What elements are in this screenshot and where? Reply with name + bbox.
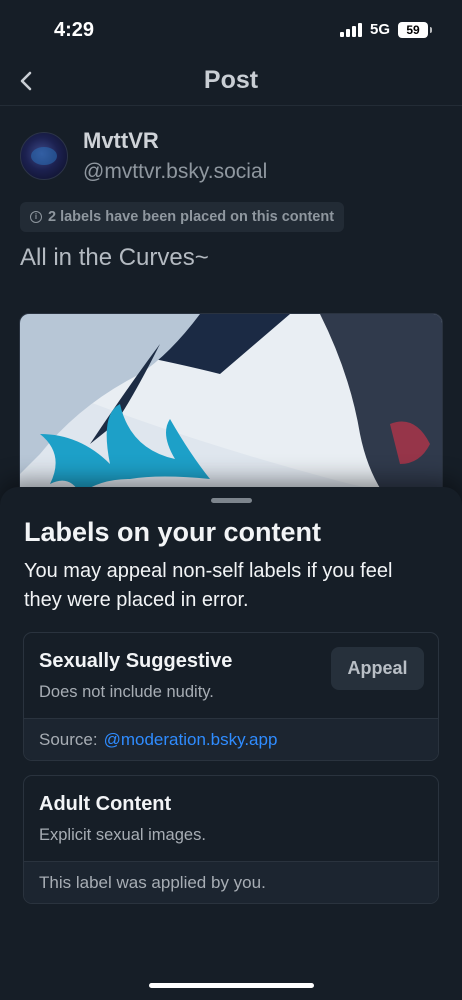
label-card-main: Sexually Suggestive Does not include nud…	[24, 633, 438, 719]
label-description: Does not include nudity.	[39, 683, 214, 701]
labels-notice-text: 2 labels have been placed on this conten…	[48, 209, 335, 225]
label-source-link[interactable]: @moderation.bsky.app	[104, 730, 278, 750]
avatar[interactable]	[20, 132, 68, 180]
labels-bottom-sheet: Labels on your content You may appeal no…	[0, 487, 462, 1000]
appeal-button[interactable]: Appeal	[331, 647, 424, 690]
network-type: 5G	[369, 21, 390, 38]
post-text: All in the Curves~	[20, 244, 209, 271]
info-icon: i	[30, 211, 42, 223]
top-nav: Post	[0, 58, 462, 106]
label-name: Adult Content	[39, 793, 172, 815]
author-handle[interactable]: @mvttvr.bsky.social	[83, 160, 267, 184]
sheet-drag-handle[interactable]	[211, 498, 252, 503]
label-card: Sexually Suggestive Does not include nud…	[23, 632, 439, 761]
post-author[interactable]: MvttVR @mvttvr.bsky.social	[20, 128, 440, 188]
sheet-description: You may appeal non-self labels if you fe…	[24, 560, 393, 611]
cellular-signal-icon	[339, 22, 362, 37]
status-time: 4:29	[54, 19, 95, 41]
label-card-main: Adult Content Explicit sexual images.	[24, 776, 438, 862]
battery-level: 59	[406, 22, 420, 37]
label-source: This label was applied by you.	[24, 861, 438, 903]
label-name: Sexually Suggestive	[39, 650, 233, 672]
author-display-name[interactable]: MvttVR	[83, 128, 159, 154]
label-applied-by-you: This label was applied by you.	[39, 872, 266, 892]
home-indicator[interactable]	[149, 983, 314, 988]
status-bar: 4:29 5G 59	[0, 0, 462, 60]
battery-icon: 59	[398, 21, 432, 38]
status-indicators: 5G 59	[339, 21, 432, 38]
label-source: Source: @moderation.bsky.app	[24, 718, 438, 760]
label-description: Explicit sexual images.	[39, 826, 206, 844]
label-card: Adult Content Explicit sexual images. Th…	[23, 775, 439, 904]
labels-notice-pill[interactable]: i 2 labels have been placed on this cont…	[20, 202, 345, 232]
sheet-title: Labels on your content	[24, 517, 322, 547]
page-title: Post	[203, 66, 259, 94]
label-source-prefix: Source:	[39, 729, 98, 749]
